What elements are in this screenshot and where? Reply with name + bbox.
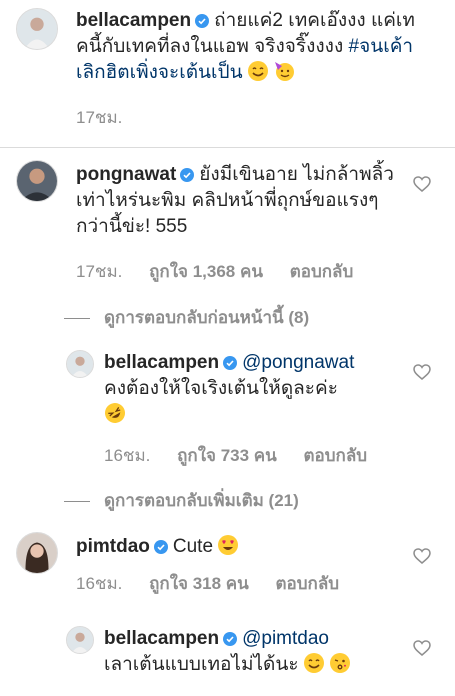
like-heart-icon[interactable] [413, 176, 431, 192]
avatar[interactable] [16, 160, 58, 202]
smiling-face-emoji-icon [247, 61, 268, 81]
timestamp: 17ชม. [76, 108, 123, 127]
comment-meta: 16ชม. ถูกใจ 318 คน ตอบกลับ [76, 570, 361, 597]
view-more-replies-button[interactable]: ดูการตอบกลับเพิ่มเติม (21) [64, 487, 299, 514]
comment-meta: 16ชม. ถูกใจ 733 คน ตอบกลับ [104, 442, 389, 469]
avatar[interactable] [66, 626, 94, 654]
verified-badge-icon [223, 356, 238, 370]
comment-body: คงต้องให้ใจเริงเต้นให้ดูละค่ะ [104, 378, 338, 399]
avatar[interactable] [66, 350, 94, 378]
timestamp: 16ชม. [76, 574, 123, 593]
rofl-face-emoji-icon [105, 403, 125, 423]
comment-text: pongnawat ยังมีเขินอาย ไม่กล้าพลิ้วเท่าไห… [76, 162, 396, 240]
avatar[interactable] [16, 8, 58, 50]
verified-badge-icon [223, 632, 238, 646]
username[interactable]: bellacampen [104, 352, 219, 373]
mention-link[interactable]: @pongnawat [242, 352, 354, 373]
reply-button[interactable]: ตอบกลับ [304, 446, 368, 465]
username[interactable]: bellacampen [76, 10, 191, 31]
username[interactable]: pongnawat [76, 164, 176, 185]
party-face-emoji-icon [274, 62, 294, 81]
smiling-face-emoji-icon [303, 653, 324, 673]
comment-meta: 17ชม. [76, 104, 144, 131]
timestamp: 16ชม. [104, 446, 151, 465]
comment-text: bellacampen @pongnawat คงต้องให้ใจเริงเต้… [104, 350, 394, 428]
verified-badge-icon [195, 14, 210, 28]
username[interactable]: pimtdao [76, 536, 150, 557]
comment-body: เลาเต้นแบบเทอไม่ได้นะ [104, 654, 299, 675]
view-more-label: ดูการตอบกลับเพิ่มเติม (21) [104, 491, 299, 510]
kissing-face-emoji-icon [329, 653, 350, 673]
like-heart-icon[interactable] [413, 548, 431, 564]
verified-badge-icon [180, 168, 195, 182]
comment-text: bellacampen @pimtdao เลาเต้นแบบเทอไม่ได้น… [104, 626, 394, 678]
divider [0, 147, 455, 148]
likes-count[interactable]: ถูกใจ 1,368 คน [149, 262, 263, 281]
comment-text: pimtdao Cute [76, 534, 396, 560]
comment-text: bellacampen ถ่ายแค่2 เทคเอ๊งงง แค่เทคนี้ก… [76, 8, 436, 86]
comment-meta: 17ชม. ถูกใจ 1,368 คน ตอบกลับ [76, 258, 375, 285]
like-heart-icon[interactable] [413, 640, 431, 656]
reply-button[interactable]: ตอบกลับ [290, 262, 354, 281]
view-previous-label: ดูการตอบกลับก่อนหน้านี้ (8) [104, 308, 310, 327]
comment-body: Cute [172, 536, 214, 557]
mention-link[interactable]: @pimtdao [242, 628, 329, 649]
like-heart-icon[interactable] [413, 364, 431, 380]
verified-badge-icon [153, 540, 168, 554]
thread-line [64, 318, 90, 320]
thread-line [64, 501, 90, 503]
view-previous-replies-button[interactable]: ดูการตอบกลับก่อนหน้านี้ (8) [64, 304, 309, 331]
reply-button[interactable]: ตอบกลับ [276, 574, 340, 593]
timestamp: 17ชม. [76, 262, 123, 281]
username[interactable]: bellacampen [104, 628, 219, 649]
likes-count[interactable]: ถูกใจ 318 คน [149, 574, 249, 593]
likes-count[interactable]: ถูกใจ 733 คน [177, 446, 277, 465]
avatar[interactable] [16, 532, 58, 574]
heart-eyes-emoji-icon [218, 535, 239, 555]
